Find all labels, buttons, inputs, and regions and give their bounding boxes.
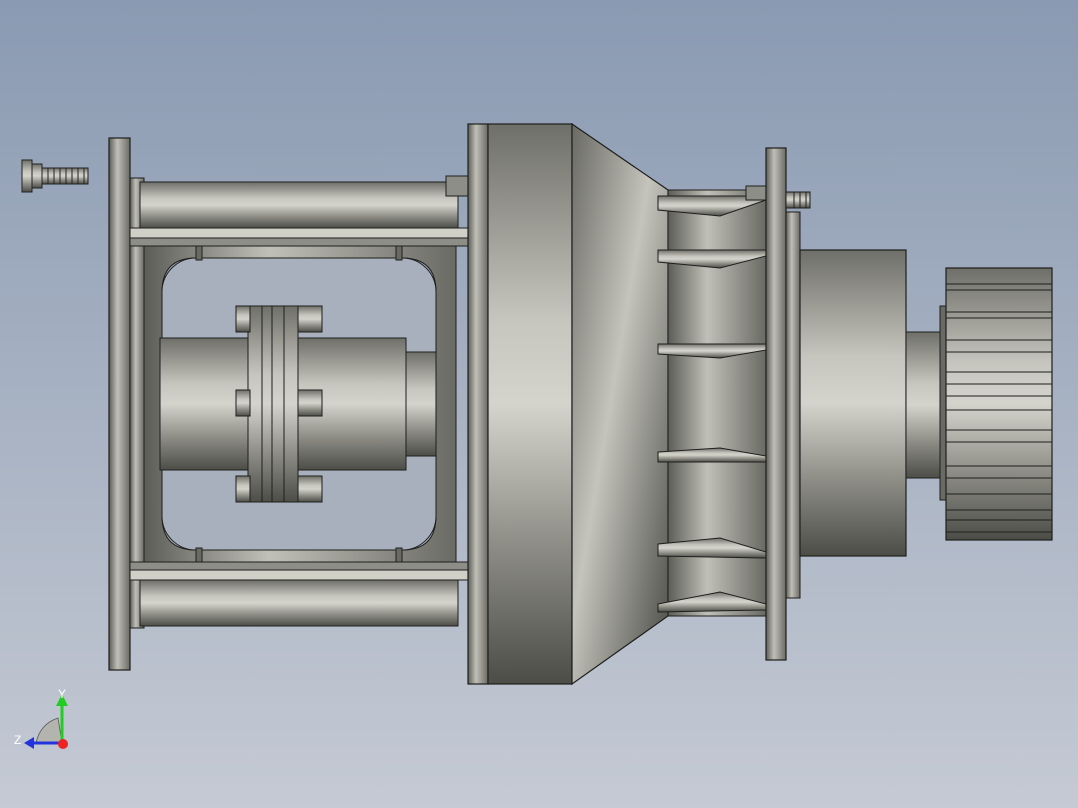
x-axis-dot bbox=[58, 739, 68, 749]
y-axis-label: Y bbox=[58, 687, 66, 701]
main-housing bbox=[445, 122, 669, 686]
drive-gear bbox=[945, 267, 1053, 541]
assembly-model[interactable] bbox=[0, 0, 1078, 808]
frame-top-tube bbox=[139, 181, 459, 229]
left-mounting-flange bbox=[108, 137, 145, 671]
z-axis-label: Z bbox=[14, 733, 21, 747]
output-shaft bbox=[799, 249, 949, 557]
cooling-fins bbox=[657, 189, 767, 617]
frame-bottom-tube bbox=[139, 579, 459, 627]
coordinate-triad: Y Z bbox=[14, 687, 68, 749]
cad-viewport[interactable]: Y Z bbox=[0, 0, 1078, 808]
loose-bolt bbox=[21, 159, 89, 193]
